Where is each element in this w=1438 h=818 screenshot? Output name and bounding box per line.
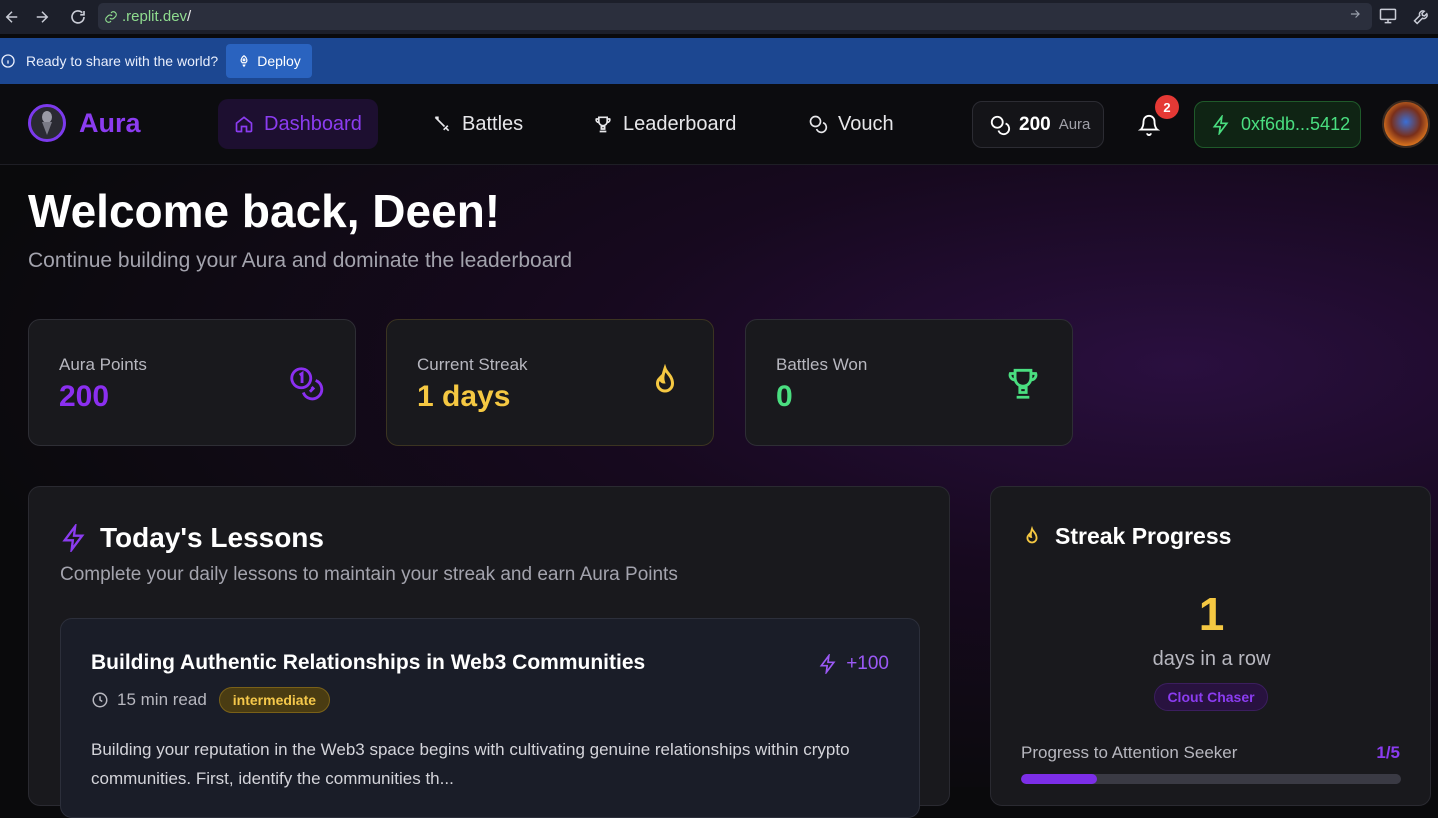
streak-count: 1 [1198, 588, 1225, 640]
coins-icon [287, 364, 325, 407]
aura-balance[interactable]: 200 Aura [972, 101, 1104, 148]
nav-dashboard-label: Dashboard [264, 112, 362, 135]
stat-label: Battles Won [776, 355, 868, 374]
clock-icon [92, 692, 108, 708]
wrench-icon[interactable] [1412, 6, 1432, 31]
reload-icon[interactable] [66, 5, 90, 29]
browser-toolbar: .replit.dev/ [0, 0, 1438, 34]
flame-icon [1026, 525, 1038, 543]
nav-dashboard[interactable]: Dashboard [218, 99, 378, 149]
lightning-icon [62, 524, 85, 552]
swords-icon [434, 116, 450, 132]
aura-balance-value: 200 [1019, 113, 1051, 135]
lessons-card: Today's Lessons Complete your daily less… [28, 486, 950, 818]
stat-card-current-streak: Current Streak 1 days [386, 319, 714, 446]
progress-bar-fill [1021, 774, 1097, 784]
trophy-icon [595, 116, 611, 133]
streak-card: Streak Progress 1 days in a row Clout Ch… [990, 486, 1431, 806]
lessons-heading: Today's Lessons [60, 522, 324, 554]
streak-heading: Streak Progress [1021, 523, 1231, 550]
streak-unit: days in a row [1152, 648, 1271, 670]
streak-title: Streak Progress [1055, 523, 1232, 549]
nav-battles[interactable]: Battles [416, 99, 539, 149]
nav-leaderboard-label: Leaderboard [623, 112, 737, 135]
deploy-banner: Ready to share with the world? Deploy [0, 38, 1438, 84]
stat-label: Aura Points [59, 355, 147, 374]
deploy-button[interactable]: Deploy [226, 44, 312, 78]
notification-badge: 2 [1155, 95, 1179, 119]
lesson-reward: +100 [818, 653, 889, 675]
address-bar[interactable]: .replit.dev/ [98, 3, 1372, 30]
back-icon[interactable] [0, 5, 24, 29]
devices-icon[interactable] [1378, 6, 1398, 31]
lessons-title: Today's Lessons [100, 522, 324, 553]
go-arrow-icon[interactable] [1348, 7, 1362, 26]
nav-vouch-label: Vouch [838, 112, 894, 135]
coins-icon [809, 115, 828, 134]
nav-battles-label: Battles [462, 112, 524, 135]
stat-label: Current Streak [417, 355, 528, 374]
home-icon [235, 116, 253, 133]
flame-icon [647, 363, 683, 405]
coins-icon [990, 115, 1010, 135]
lightning-icon [819, 654, 836, 674]
url-text: .replit.dev/ [122, 8, 192, 25]
logo-icon [28, 104, 66, 142]
lesson-read-time: 15 min read [117, 690, 207, 709]
progress-count: 1/5 [1376, 743, 1400, 762]
stat-card-battles-won: Battles Won 0 [745, 319, 1073, 446]
page-subtitle: Continue building your Aura and dominate… [28, 249, 573, 272]
aura-balance-unit: Aura [1058, 116, 1091, 133]
rank-badge: Clout Chaser [1154, 683, 1268, 711]
lesson-level-badge: intermediate [218, 687, 331, 713]
stat-card-aura-points: Aura Points 200 [28, 319, 356, 446]
info-icon [0, 53, 16, 74]
deploy-message: Ready to share with the world? [26, 53, 219, 69]
page-title: Welcome back, Deen! [28, 185, 501, 237]
lessons-description: Complete your daily lessons to maintain … [60, 564, 678, 585]
rocket-icon [240, 55, 248, 68]
logo-text: Aura [79, 107, 141, 138]
progress-label: Progress to Attention Seeker [1021, 743, 1238, 762]
wallet-address: 0xf6db...5412 [1241, 114, 1351, 134]
avatar[interactable] [1382, 100, 1430, 148]
lesson-meta: 15 min read intermediate [91, 687, 331, 713]
lesson-item[interactable]: Building Authentic Relationships in Web3… [60, 618, 920, 818]
logo[interactable]: Aura [28, 104, 141, 142]
nav-leaderboard[interactable]: Leaderboard [577, 99, 752, 149]
trophy-icon [1004, 364, 1042, 407]
lesson-title: Building Authentic Relationships in Web3… [91, 651, 646, 674]
deploy-button-label: Deploy [257, 53, 301, 69]
progress-bar [1021, 774, 1401, 784]
stat-value: 200 [59, 380, 110, 413]
app-root: Aura Dashboard Battles Leaderboard Vouch… [0, 84, 1438, 818]
wallet-button[interactable]: 0xf6db...5412 [1194, 101, 1361, 148]
top-navigation: Aura Dashboard Battles Leaderboard Vouch… [0, 84, 1438, 165]
link-icon [105, 10, 117, 23]
lesson-reward-value: +100 [846, 653, 889, 674]
lightning-icon [1212, 114, 1229, 135]
nav-vouch[interactable]: Vouch [792, 99, 910, 149]
bell-icon[interactable] [1137, 114, 1161, 141]
forward-icon[interactable] [30, 5, 54, 29]
stat-value: 0 [776, 380, 793, 413]
lesson-excerpt: Building your reputation in the Web3 spa… [91, 740, 850, 788]
stat-value: 1 days [417, 380, 511, 413]
